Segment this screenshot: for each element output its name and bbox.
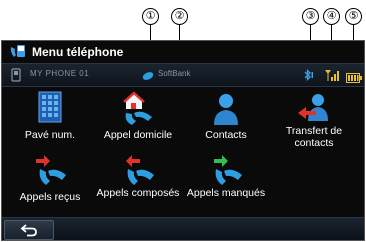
dialed-calls-icon xyxy=(126,155,154,185)
back-arrow-icon xyxy=(20,224,37,237)
received-calls-button[interactable]: Appels reçus xyxy=(6,151,94,213)
status-bar: MY PHONE 01 SoftBank xyxy=(2,63,364,87)
keypad-button[interactable]: Pavé num. xyxy=(6,89,94,151)
back-button[interactable] xyxy=(4,220,54,240)
callout-2: ② xyxy=(171,8,188,25)
received-calls-label: Appels reçus xyxy=(19,191,81,203)
missed-calls-button[interactable]: Appels manqués xyxy=(182,151,270,213)
contacts-label: Contacts xyxy=(205,129,247,141)
carrier-name: SoftBank xyxy=(158,69,191,78)
contact-transfer-icon xyxy=(298,94,328,121)
callout-3: ③ xyxy=(302,8,319,25)
menu-grid: Pavé num. Appel domicile Contacts Transf… xyxy=(2,89,364,213)
contact-transfer-button[interactable]: Transfert de contacts xyxy=(270,89,358,151)
received-calls-icon xyxy=(36,155,66,185)
call-home-label: Appel domicile xyxy=(103,129,173,141)
signal-strength-icon xyxy=(324,68,340,82)
missed-calls-icon xyxy=(214,155,242,185)
missed-calls-label: Appels manqués xyxy=(186,187,266,199)
callout-4: ④ xyxy=(323,8,340,25)
contact-transfer-label: Transfert de contacts xyxy=(285,125,343,149)
bluetooth-icon xyxy=(302,68,314,82)
carrier-icon xyxy=(142,69,154,81)
phone-menu-icon xyxy=(8,43,28,61)
callout-1: ① xyxy=(142,8,159,25)
title-bar: Menu téléphone xyxy=(2,41,364,63)
callout-5: ⑤ xyxy=(345,8,362,25)
bottom-bar xyxy=(2,217,364,240)
phone-menu-screen: Menu téléphone MY PHONE 01 SoftBank Pavé… xyxy=(1,40,365,241)
dialed-calls-button[interactable]: Appels composés xyxy=(94,151,182,213)
call-home-icon xyxy=(123,91,152,125)
dialed-calls-label: Appels composés xyxy=(96,187,180,199)
keypad-label: Pavé num. xyxy=(24,129,76,141)
keypad-icon xyxy=(38,91,62,123)
contacts-button[interactable]: Contacts xyxy=(182,89,270,151)
connected-phone-name: MY PHONE 01 xyxy=(30,69,90,78)
page-title: Menu téléphone xyxy=(32,45,124,59)
battery-icon xyxy=(346,70,362,83)
phone-icon xyxy=(10,68,22,82)
contacts-icon xyxy=(214,94,238,125)
call-home-button[interactable]: Appel domicile xyxy=(94,89,182,151)
